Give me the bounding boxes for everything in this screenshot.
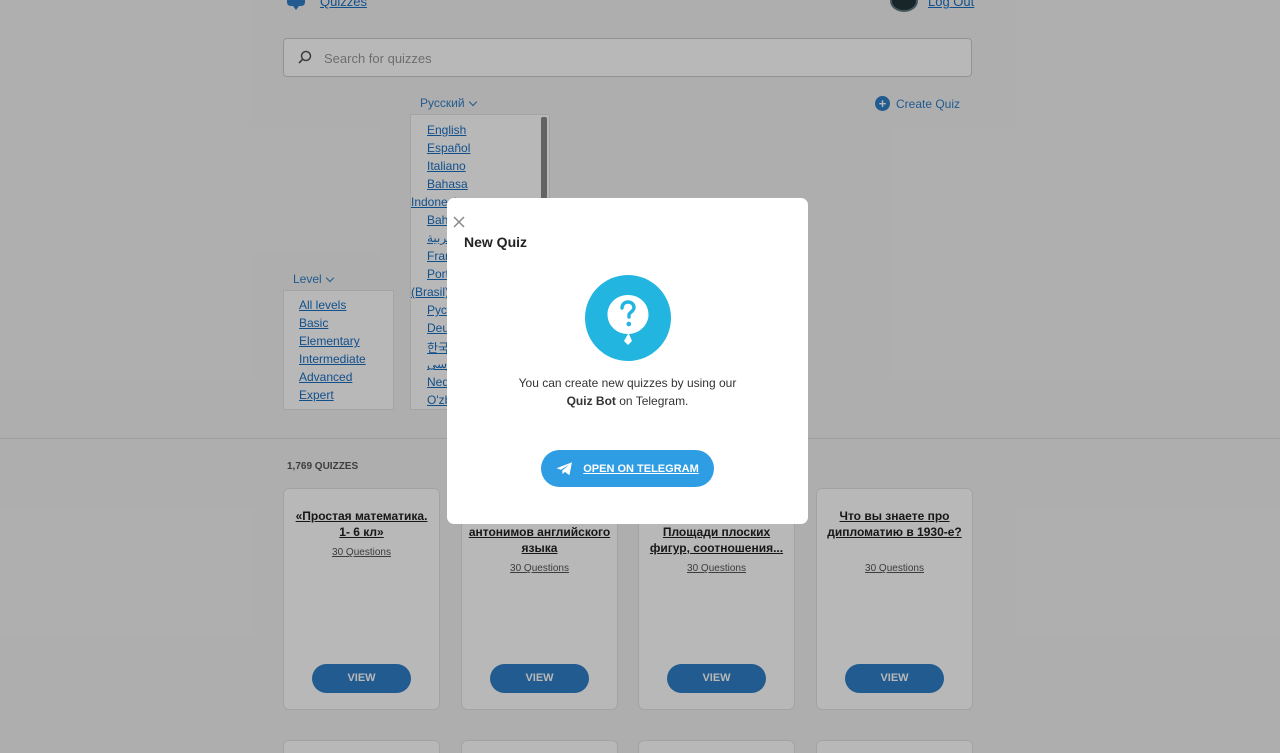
open-telegram-label: OPEN ON TELEGRAM [583, 462, 699, 475]
close-icon[interactable] [452, 215, 466, 229]
quiz-bot-name: Quiz Bot [566, 394, 616, 408]
modal-description: You can create new quizzes by using our … [477, 374, 778, 410]
open-telegram-button[interactable]: OPEN ON TELEGRAM [541, 450, 714, 487]
telegram-icon [556, 461, 573, 475]
modal-text-line1: You can create new quizzes by using our [518, 376, 737, 390]
question-bubble-icon [585, 275, 671, 361]
modal-text-line2: on Telegram. [615, 394, 689, 408]
modal-title: New Quiz [464, 234, 528, 250]
new-quiz-modal: New Quiz You can create new quizzes by u… [447, 198, 808, 524]
